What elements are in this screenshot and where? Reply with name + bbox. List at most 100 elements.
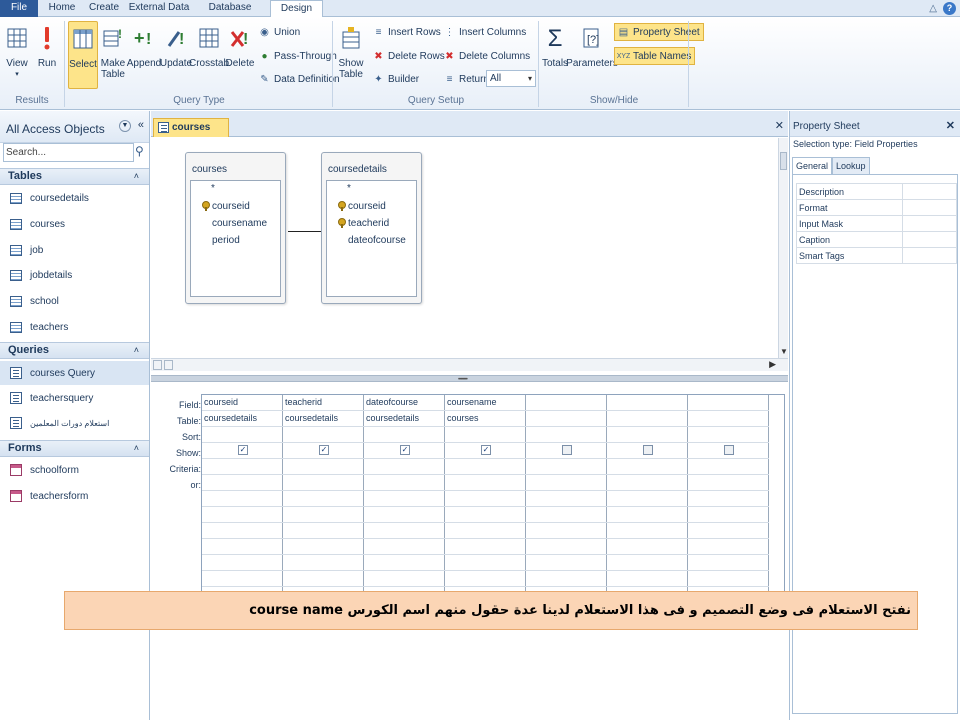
grid-empty-cell[interactable] [607,539,688,555]
grid-empty-cell[interactable] [607,571,688,587]
make-table-button[interactable]: ! Make Table [100,21,126,89]
grid-or-cell[interactable] [202,475,283,491]
grid-show-cell[interactable]: ✓ [364,443,445,459]
scroll-down-icon[interactable]: ▼ [780,347,788,356]
property-value[interactable] [902,231,957,248]
grid-or-cell[interactable] [607,475,688,491]
select-query-button[interactable]: Select [68,21,98,89]
grid-criteria-cell[interactable] [283,459,364,475]
collapse-section-icon[interactable]: ˄ [134,169,139,184]
grid-criteria-cell[interactable] [364,459,445,475]
run-button[interactable]: Run [36,21,58,89]
grid-empty-cell[interactable] [364,491,445,507]
grid-sort-cell[interactable] [364,427,445,443]
nav-item-query[interactable]: استعلام دورات المعلمين [0,411,149,435]
scroll-left-icon[interactable] [153,360,162,370]
field-item[interactable]: courseid [348,201,386,212]
grid-empty-cell[interactable] [445,523,526,539]
search-icon[interactable]: ⚲ [135,144,144,158]
grid-field-cell[interactable]: coursename [445,395,526,411]
grid-empty-cell[interactable] [202,491,283,507]
show-table-button[interactable]: Show Table [336,21,366,89]
insert-columns-button[interactable]: ⋮ Insert Columns [443,23,527,41]
grid-empty-cell[interactable] [526,571,607,587]
delete-query-button[interactable]: ! Delete [226,21,255,89]
table-names-button[interactable]: XYZ Table Names [614,47,696,65]
grid-empty-cell[interactable] [283,555,364,571]
tab-file[interactable]: File [0,0,38,17]
grid-sort-cell[interactable] [526,427,607,443]
grid-field-cell[interactable] [526,395,607,411]
property-value[interactable] [902,247,957,264]
nav-item-table[interactable]: coursedetails [0,186,149,210]
grid-empty-cell[interactable] [445,571,526,587]
grid-sort-cell[interactable] [445,427,526,443]
grid-empty-cell[interactable] [202,523,283,539]
collapse-section-icon[interactable]: ˄ [134,343,139,358]
scrollbar-thumb[interactable] [164,360,173,370]
grid-empty-cell[interactable] [445,539,526,555]
nav-item-form[interactable]: teachersform [0,484,149,508]
update-button[interactable]: ! Update [160,21,192,89]
join-line[interactable] [288,231,322,232]
grid-table-cell[interactable]: courses [445,411,526,427]
grid-field-cell[interactable] [688,395,769,411]
grid-empty-cell[interactable] [607,491,688,507]
nav-section-forms[interactable]: Forms ˄ [0,440,149,457]
property-row[interactable]: Description [796,183,957,200]
show-checkbox[interactable] [643,445,653,455]
collapse-pane-icon[interactable]: « [138,119,144,131]
nav-item-table[interactable]: job [0,238,149,262]
grid-table-cell[interactable]: coursedetails [202,411,283,427]
grid-show-cell[interactable]: ✓ [283,443,364,459]
grid-empty-cell[interactable] [526,523,607,539]
grid-empty-cell[interactable] [607,555,688,571]
grid-empty-cell[interactable] [607,507,688,523]
show-checkbox[interactable]: ✓ [319,445,329,455]
delete-columns-button[interactable]: ✖ Delete Columns [443,47,530,65]
grid-show-cell[interactable] [607,443,688,459]
grid-or-cell[interactable] [364,475,445,491]
return-combo[interactable]: All ▾ [486,70,536,87]
grid-empty-cell[interactable] [607,523,688,539]
nav-item-table[interactable]: teachers [0,315,149,339]
field-item[interactable]: period [212,235,240,246]
grid-show-cell[interactable]: ✓ [202,443,283,459]
show-checkbox[interactable] [724,445,734,455]
grid-or-cell[interactable] [283,475,364,491]
grid-empty-cell[interactable] [364,539,445,555]
grid-empty-cell[interactable] [364,555,445,571]
grid-column[interactable]: dateofcourse coursedetails ✓ [364,395,445,613]
close-icon[interactable]: ✕ [775,119,784,132]
grid-column[interactable] [607,395,688,613]
grid-table-cell[interactable] [688,411,769,427]
help-icon[interactable]: ? [943,1,956,15]
nav-item-table[interactable]: school [0,289,149,313]
grid-sort-cell[interactable] [202,427,283,443]
grid-show-cell[interactable]: ✓ [445,443,526,459]
nav-title[interactable]: All Access Objects [6,122,105,136]
grid-empty-cell[interactable] [688,539,769,555]
grid-column[interactable]: teacherid coursedetails ✓ [283,395,364,613]
tab-create[interactable]: Create [86,0,122,17]
field-item[interactable]: courseid [212,201,250,212]
tab-general[interactable]: General [792,157,833,175]
grid-criteria-cell[interactable] [688,459,769,475]
property-value[interactable] [902,199,957,216]
grid-field-cell[interactable]: courseid [202,395,283,411]
nav-menu-dropdown-icon[interactable]: ▼ [119,120,131,132]
nav-search-input[interactable]: Search... [3,143,134,162]
grid-column[interactable] [688,395,769,613]
property-row[interactable]: Input Mask [796,215,957,232]
grid-empty-cell[interactable] [283,491,364,507]
grid-column[interactable]: coursename courses ✓ [445,395,526,613]
grid-empty-cell[interactable] [688,555,769,571]
grid-criteria-cell[interactable] [202,459,283,475]
grid-empty-cell[interactable] [445,555,526,571]
totals-button[interactable]: Σ Totals [542,21,568,89]
grid-empty-cell[interactable] [364,507,445,523]
grid-table-cell[interactable] [607,411,688,427]
grid-empty-cell[interactable] [526,555,607,571]
grid-empty-cell[interactable] [526,539,607,555]
builder-button[interactable]: ✦ Builder [372,70,419,88]
